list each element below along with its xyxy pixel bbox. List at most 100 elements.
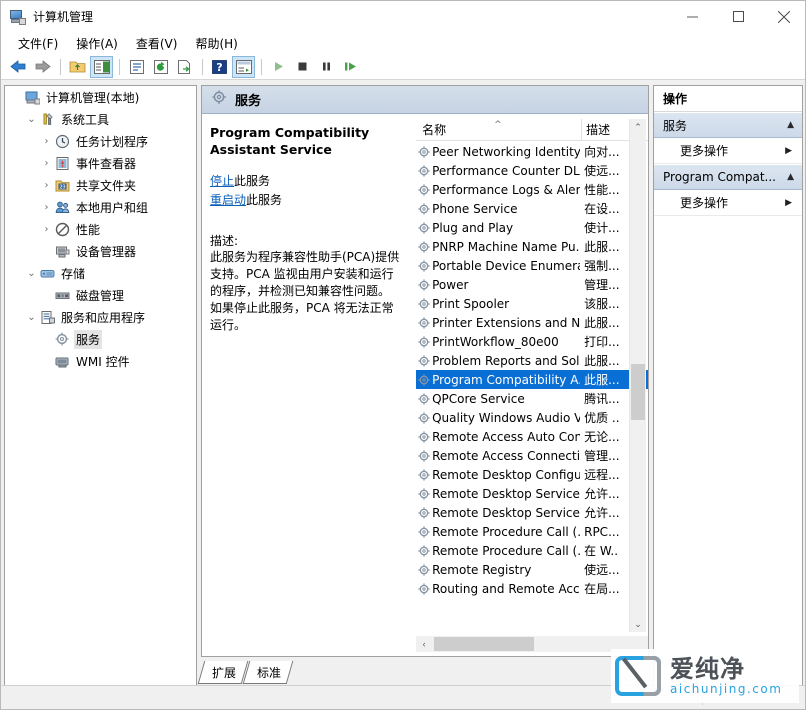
table-row[interactable]: Remote Desktop Services 允许... [416,484,648,503]
table-row[interactable]: Print Spooler 该服... [416,294,648,313]
console-tree-panel[interactable]: 计算机管理(本地) ⌄ 系统工具 › 任务计划程序 › 事件查看器 › 23 共享文件夹 › 本地用户… [4,85,197,687]
action-pane-button[interactable] [232,55,255,78]
help-button[interactable]: ? [208,56,231,78]
table-row[interactable]: Performance Counter DL... 使远... [416,161,648,180]
table-row[interactable]: Remote Procedure Call (... RPC... [416,522,648,541]
column-header-name[interactable]: 名称 ^ [416,119,581,140]
tree-pane-button[interactable] [90,55,113,78]
service-name-cell: Power [432,277,469,292]
tree-item-7[interactable]: 设备管理器 [5,240,196,262]
tree-item-9[interactable]: 磁盘管理 [5,284,196,306]
restart-service-button[interactable] [339,56,362,78]
menu-file[interactable]: 文件(F) [9,33,67,54]
tree-item-0[interactable]: 计算机管理(本地) [5,86,196,108]
refresh-button[interactable] [149,56,172,78]
tree-item-11[interactable]: 服务 [5,328,196,350]
export-list-button[interactable] [173,56,196,78]
expand-chevron-icon[interactable]: ⌄ [24,312,39,323]
close-button[interactable] [761,1,805,32]
maximize-button[interactable] [715,1,761,32]
table-row[interactable]: Remote Procedure Call (... 在 W.. [416,541,648,560]
table-row[interactable]: Program Compatibility A... 此服... [416,370,648,389]
tree-item-10[interactable]: ⌄ 服务和应用程序 [5,306,196,328]
table-row[interactable]: Quality Windows Audio V... 优质 .. [416,408,648,427]
restart-service-suffix: 此服务 [246,193,283,207]
scrollbar-up-arrow[interactable]: ⌃ [630,119,646,135]
expand-chevron-icon[interactable]: › [39,180,54,191]
collapse-caret-icon[interactable]: ▲ [787,172,794,182]
table-row[interactable]: Remote Desktop Service... 允许... [416,503,648,522]
stop-service-link-row[interactable]: 停止此服务 [210,172,401,191]
pause-service-button[interactable] [315,56,338,78]
table-row[interactable]: Routing and Remote Acc... 在局... [416,579,648,598]
service-gear-icon [416,183,432,197]
stop-service-link[interactable]: 停止 [210,174,234,188]
table-row[interactable]: Plug and Play 使计... [416,218,648,237]
table-row[interactable]: QPCore Service 腾讯... [416,389,648,408]
scrollbar-down-arrow[interactable]: ⌄ [630,616,646,632]
service-description-cell: 允许... [584,506,620,520]
table-row[interactable]: Remote Registry 使远... [416,560,648,579]
tree-item-4[interactable]: › 23 共享文件夹 [5,174,196,196]
table-row[interactable]: Phone Service 在设... [416,199,648,218]
stop-service-button[interactable] [291,56,314,78]
hscroll-left-arrow[interactable]: ‹ [416,639,432,649]
tree-item-6[interactable]: › 性能 [5,218,196,240]
folder-up-button[interactable] [66,56,89,78]
table-row[interactable]: Problem Reports and Sol... 此服... [416,351,648,370]
service-description-cell: 腾讯... [584,392,620,406]
table-row[interactable]: Remote Desktop Configu... 远程... [416,465,648,484]
start-service-button[interactable] [267,56,290,78]
table-row[interactable]: Performance Logs & Aler... 性能... [416,180,648,199]
tree-item-1[interactable]: ⌄ 系统工具 [5,108,196,130]
expand-chevron-icon[interactable]: › [39,202,54,213]
expand-chevron-icon[interactable]: ⌄ [24,268,39,279]
tree-item-12[interactable]: WMI 控件 [5,350,196,372]
table-row[interactable]: Peer Networking Identity... 向对... [416,142,648,161]
tab-standard[interactable]: 标准 [242,661,294,684]
table-row[interactable]: PNRP Machine Name Pu... 此服... [416,237,648,256]
action-more-program-compat[interactable]: 更多操作 ▶ [654,190,802,216]
menu-action[interactable]: 操作(A) [67,33,127,54]
menu-help[interactable]: 帮助(H) [186,33,246,54]
expand-chevron-icon[interactable]: ⌄ [24,114,39,125]
menu-view[interactable]: 查看(V) [127,33,187,54]
expand-chevron-icon[interactable]: › [39,158,54,169]
expand-chevron-icon[interactable]: › [39,136,54,147]
shared-folder-icon: 23 [54,177,70,193]
action-group-services[interactable]: 服务 ▲ [654,112,802,138]
services-list-vertical-scrollbar[interactable]: ⌃ ⌄ [629,119,646,632]
table-row[interactable]: Printer Extensions and N... 此服... [416,313,648,332]
services-list-rows[interactable]: Peer Networking Identity... 向对... Performa… [416,142,648,632]
service-description-cell: 打印... [584,335,620,349]
table-row[interactable]: Remote Access Connecti... 管理... [416,446,648,465]
tab-extended[interactable]: 扩展 [197,661,249,684]
expand-chevron-icon[interactable]: › [39,224,54,235]
back-button[interactable] [7,56,30,78]
service-gear-icon [416,525,432,539]
tree-item-8[interactable]: ⌄ 存储 [5,262,196,284]
table-row[interactable]: Portable Device Enumera... 强制... [416,256,648,275]
table-row[interactable]: Remote Access Auto Con... 无论... [416,427,648,446]
tree-item-2[interactable]: › 任务计划程序 [5,130,196,152]
table-row[interactable]: Power 管理... [416,275,648,294]
service-gear-icon [416,373,432,387]
scrollbar-thumb[interactable] [631,364,645,420]
forward-button[interactable] [31,56,54,78]
properties-button[interactable] [125,56,148,78]
clock-icon [54,133,70,149]
service-name-cell: PNRP Machine Name Pu... [432,239,581,254]
tree-item-5[interactable]: › 本地用户和组 [5,196,196,218]
restart-service-link-row[interactable]: 重启动此服务 [210,191,401,210]
action-more-services[interactable]: 更多操作 ▶ [654,138,802,164]
toolbar: ? [1,54,805,80]
column-header-description[interactable]: 描述 [581,119,633,140]
hscrollbar-thumb[interactable] [434,637,535,651]
minimize-button[interactable] [669,1,715,32]
tree-item-3[interactable]: › 事件查看器 [5,152,196,174]
service-gear-icon [416,430,432,444]
action-group-program-compat[interactable]: Program Compat... ▲ [654,164,802,190]
restart-service-link[interactable]: 重启动 [210,193,246,207]
collapse-caret-icon[interactable]: ▲ [787,120,794,130]
table-row[interactable]: PrintWorkflow_80e00 打印... [416,332,648,351]
